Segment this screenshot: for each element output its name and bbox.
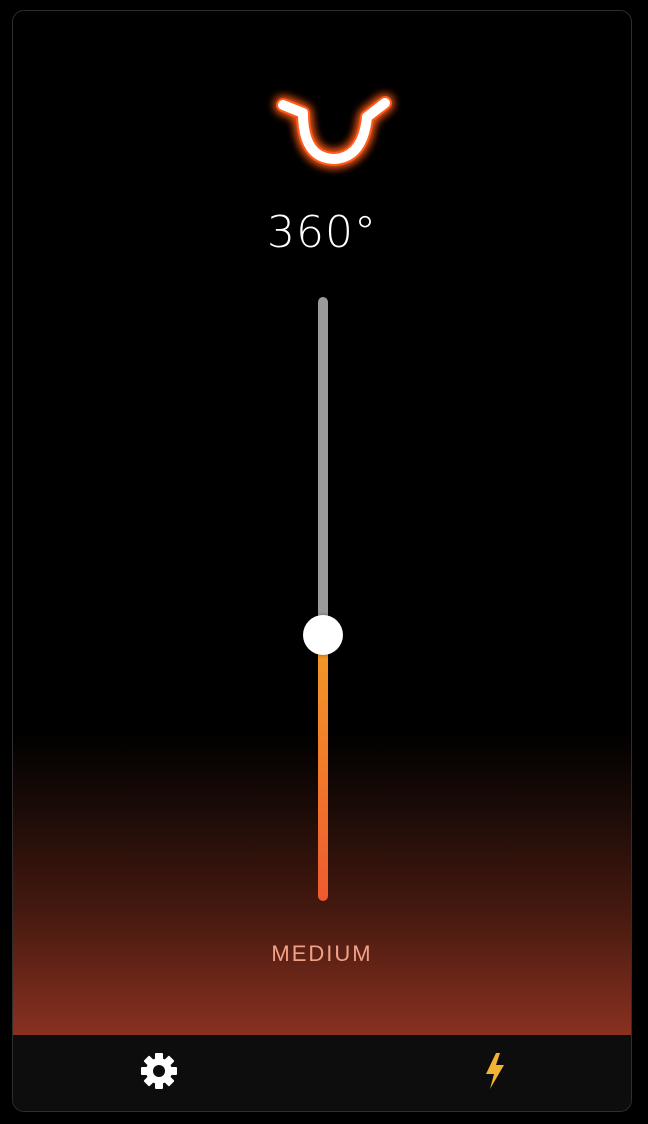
settings-button[interactable] <box>135 1049 183 1097</box>
heat-level-label: MEDIUM <box>271 941 373 966</box>
app-window: 360° MEDIUM <box>12 10 632 1112</box>
slider-thumb[interactable] <box>303 615 343 655</box>
slider-track-upper[interactable] <box>318 297 328 635</box>
gear-icon[interactable] <box>139 1051 179 1095</box>
slider-track-filled[interactable] <box>318 635 328 901</box>
lightning-bolt-icon[interactable] <box>480 1051 510 1095</box>
temperature-display: 360° <box>267 207 377 258</box>
bull-horns-logo-icon <box>263 81 392 171</box>
heat-level-slider[interactable] <box>303 297 343 901</box>
bottom-bar <box>13 1035 631 1111</box>
power-mode-button[interactable] <box>471 1049 519 1097</box>
